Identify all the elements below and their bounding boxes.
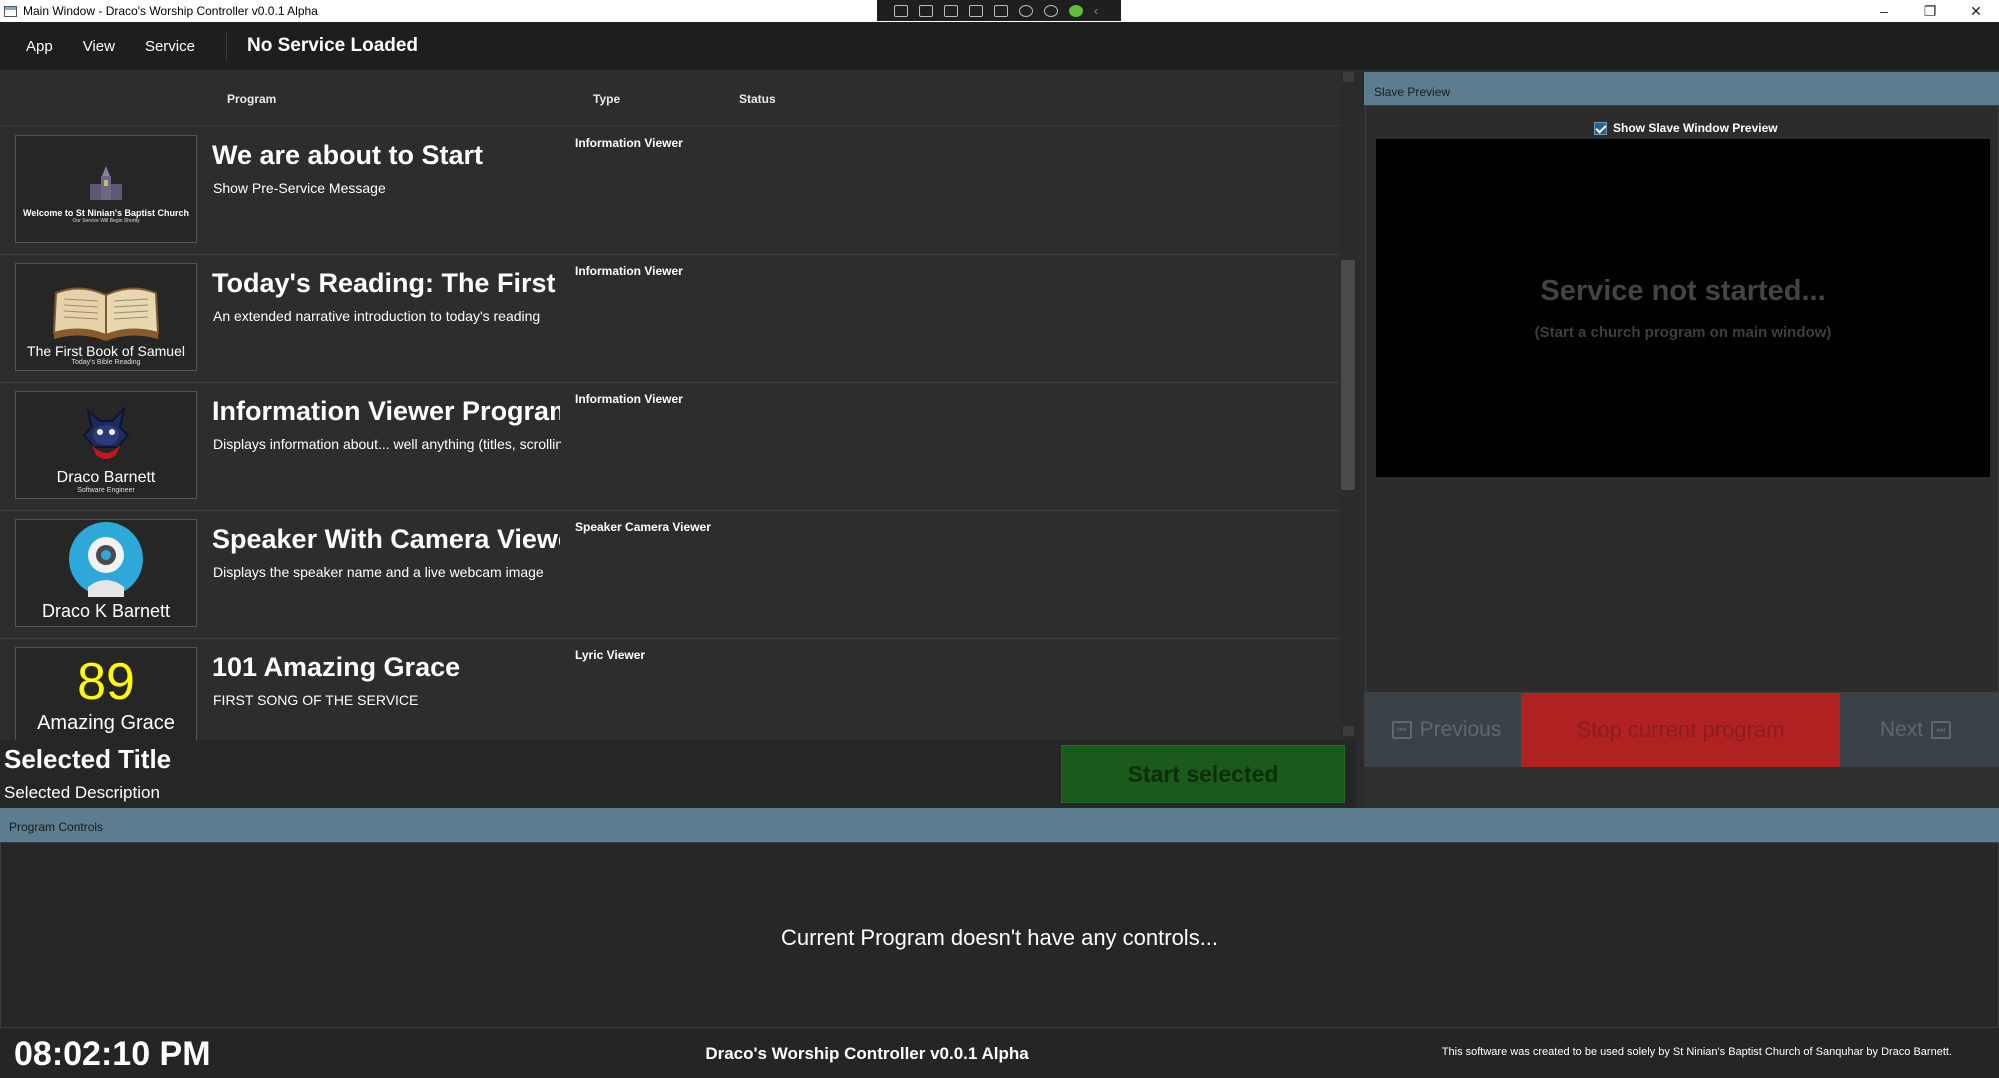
program-type: Information Viewer — [575, 264, 683, 278]
record-icon[interactable] — [919, 4, 933, 17]
thumbnail-title: The First Book of Samuel — [27, 343, 185, 359]
scroll-up-icon[interactable] — [1343, 72, 1354, 82]
program-description: Displays the speaker name and a live web… — [213, 564, 544, 580]
program-controls-panel: Program Controls Current Program doesn't… — [0, 808, 1999, 1028]
restore-button[interactable]: ❐ — [1907, 0, 1953, 22]
window-controls: – ❐ ✕ — [1861, 0, 1999, 22]
thumbnail-title: Draco K Barnett — [41, 601, 171, 621]
window-title: Main Window - Draco's Worship Controller… — [23, 4, 318, 18]
service-not-started-text: Service not started... — [1540, 275, 1826, 307]
program-thumbnail: 89 Amazing Grace — [15, 647, 197, 740]
lyric-number: 89 — [77, 653, 135, 711]
column-type[interactable]: Type — [593, 92, 620, 106]
open-book-icon — [52, 287, 160, 341]
list-scrollbar[interactable] — [1340, 70, 1356, 740]
program-nav: ⏮ Previous Stop current program Next ⏭ — [1364, 693, 1999, 767]
copyright-notice: This software was created to be used sol… — [1441, 1046, 1952, 1058]
program-row[interactable]: The First Book of Samuel Today's Bible R… — [0, 255, 1340, 383]
program-description: An extended narrative introduction to to… — [213, 308, 541, 324]
selected-description: Selected Description — [4, 783, 160, 802]
program-description: Show Pre-Service Message — [213, 180, 386, 196]
cursor-icon[interactable] — [944, 4, 958, 17]
checkbox-checked-icon[interactable] — [1594, 121, 1607, 135]
no-controls-message: Current Program doesn't have any control… — [780, 925, 1219, 950]
program-controls-header: Program Controls — [0, 808, 1999, 842]
previous-button[interactable]: ⏮ Previous — [1364, 693, 1521, 767]
menu-separator — [225, 32, 227, 60]
column-status[interactable]: Status — [739, 92, 776, 106]
stop-current-program-button[interactable]: Stop current program — [1521, 693, 1840, 767]
program-thumbnail: The First Book of Samuel Today's Bible R… — [15, 263, 197, 371]
program-row[interactable]: Draco Barnett Software Engineer Informat… — [0, 383, 1340, 511]
program-thumbnail: Draco K Barnett — [15, 519, 197, 627]
program-title: 101 Amazing Grace — [212, 652, 461, 682]
start-selected-button[interactable]: Start selected — [1061, 745, 1345, 803]
app-window-icon — [4, 5, 17, 17]
program-rows: Welcome to St Ninian's Baptist Church Ou… — [0, 127, 1340, 740]
main-window: Main Window - Draco's Worship Controller… — [0, 0, 1999, 1078]
game-icon[interactable] — [1019, 4, 1033, 17]
slave-preview-screen: Service not started... (Start a church p… — [1376, 139, 1990, 477]
slave-preview-panel: Slave Preview Show Slave Window Preview … — [1364, 70, 1999, 808]
dragon-avatar-icon — [82, 405, 130, 459]
program-description: FIRST SONG OF THE SERVICE — [213, 692, 419, 708]
program-type: Lyric Viewer — [575, 648, 646, 662]
skip-previous-icon: ⏮ — [1391, 721, 1412, 739]
program-row[interactable]: Draco K Barnett Speaker With Camera View… — [0, 511, 1340, 639]
program-title: Information Viewer Program — [212, 396, 560, 426]
menu-app[interactable]: App — [0, 38, 68, 55]
scroll-down-icon[interactable] — [1343, 726, 1354, 736]
menu-bar: App View Service No Service Loaded — [0, 22, 1999, 70]
thumbnail-subtitle: Our Service Will Begin Shortly — [72, 218, 140, 224]
list-header: Program Type Status — [0, 70, 1340, 126]
selected-program-bar: Selected Title Selected Description Star… — [0, 740, 1356, 808]
program-row[interactable]: 89 Amazing Grace 101 Amazing Grace FIRST… — [0, 639, 1340, 740]
menu-view[interactable]: View — [68, 38, 130, 55]
program-thumbnail: Draco Barnett Software Engineer — [15, 391, 197, 499]
program-row[interactable]: Welcome to St Ninian's Baptist Church Ou… — [0, 127, 1340, 255]
program-list: Program Type Status Welcome to St Ninian… — [0, 70, 1356, 740]
show-preview-label: Show Slave Window Preview — [1613, 121, 1778, 135]
service-title: No Service Loaded — [246, 35, 419, 56]
chevron-left-icon[interactable]: ‹ — [1094, 5, 1104, 17]
program-title: We are about to Start — [212, 140, 484, 170]
thumbnail-title: Welcome to St Ninian's Baptist Church — [23, 208, 189, 218]
thumbnail-subtitle: Today's Bible Reading — [71, 359, 141, 366]
check-icon[interactable] — [1069, 4, 1083, 17]
column-program[interactable]: Program — [227, 92, 276, 106]
skip-next-icon: ⏭ — [1931, 721, 1952, 739]
status-bar: 08:02:10 PM Draco's Worship Controller v… — [0, 1028, 1999, 1078]
close-button[interactable]: ✕ — [1953, 0, 1999, 22]
program-type: Speaker Camera Viewer — [575, 520, 711, 534]
program-description: Displays information about... well anyth… — [213, 436, 561, 452]
service-not-started-hint: (Start a church program on main window) — [1534, 324, 1832, 341]
scrollbar-thumb[interactable] — [1341, 260, 1355, 490]
title-bar: Main Window - Draco's Worship Controller… — [0, 0, 1999, 22]
webcam-icon — [69, 522, 143, 597]
program-thumbnail: Welcome to St Ninian's Baptist Church Ou… — [15, 135, 197, 243]
thumbnail-title: Amazing Grace — [37, 712, 175, 734]
minimize-button[interactable]: – — [1861, 0, 1907, 22]
region-icon[interactable] — [969, 4, 983, 17]
next-button[interactable]: Next ⏭ — [1840, 693, 1999, 767]
next-label: Next — [1879, 718, 1924, 741]
accessibility-icon[interactable] — [1044, 4, 1058, 17]
screenshot-icon[interactable] — [894, 4, 908, 17]
program-type: Information Viewer — [575, 136, 683, 150]
window-capture-icon[interactable] — [994, 4, 1008, 17]
selected-title: Selected Title — [4, 744, 172, 774]
capture-toolbar: ‹ — [877, 0, 1121, 21]
program-title: Today's Reading: The First B — [212, 268, 560, 298]
program-controls-body: Current Program doesn't have any control… — [0, 842, 1999, 1028]
slave-preview-body: Show Slave Window Preview Service not st… — [1365, 105, 1999, 693]
thumbnail-title: Draco Barnett — [56, 469, 156, 486]
thumbnail-subtitle: Software Engineer — [77, 487, 135, 494]
previous-label: Previous — [1419, 718, 1502, 741]
program-type: Information Viewer — [575, 392, 683, 406]
program-title: Speaker With Camera Viewe — [212, 524, 560, 554]
church-icon — [90, 166, 122, 200]
menu-service[interactable]: Service — [130, 38, 210, 55]
show-preview-toggle[interactable]: Show Slave Window Preview — [1594, 121, 1778, 135]
slave-preview-header: Slave Preview — [1364, 72, 1999, 105]
